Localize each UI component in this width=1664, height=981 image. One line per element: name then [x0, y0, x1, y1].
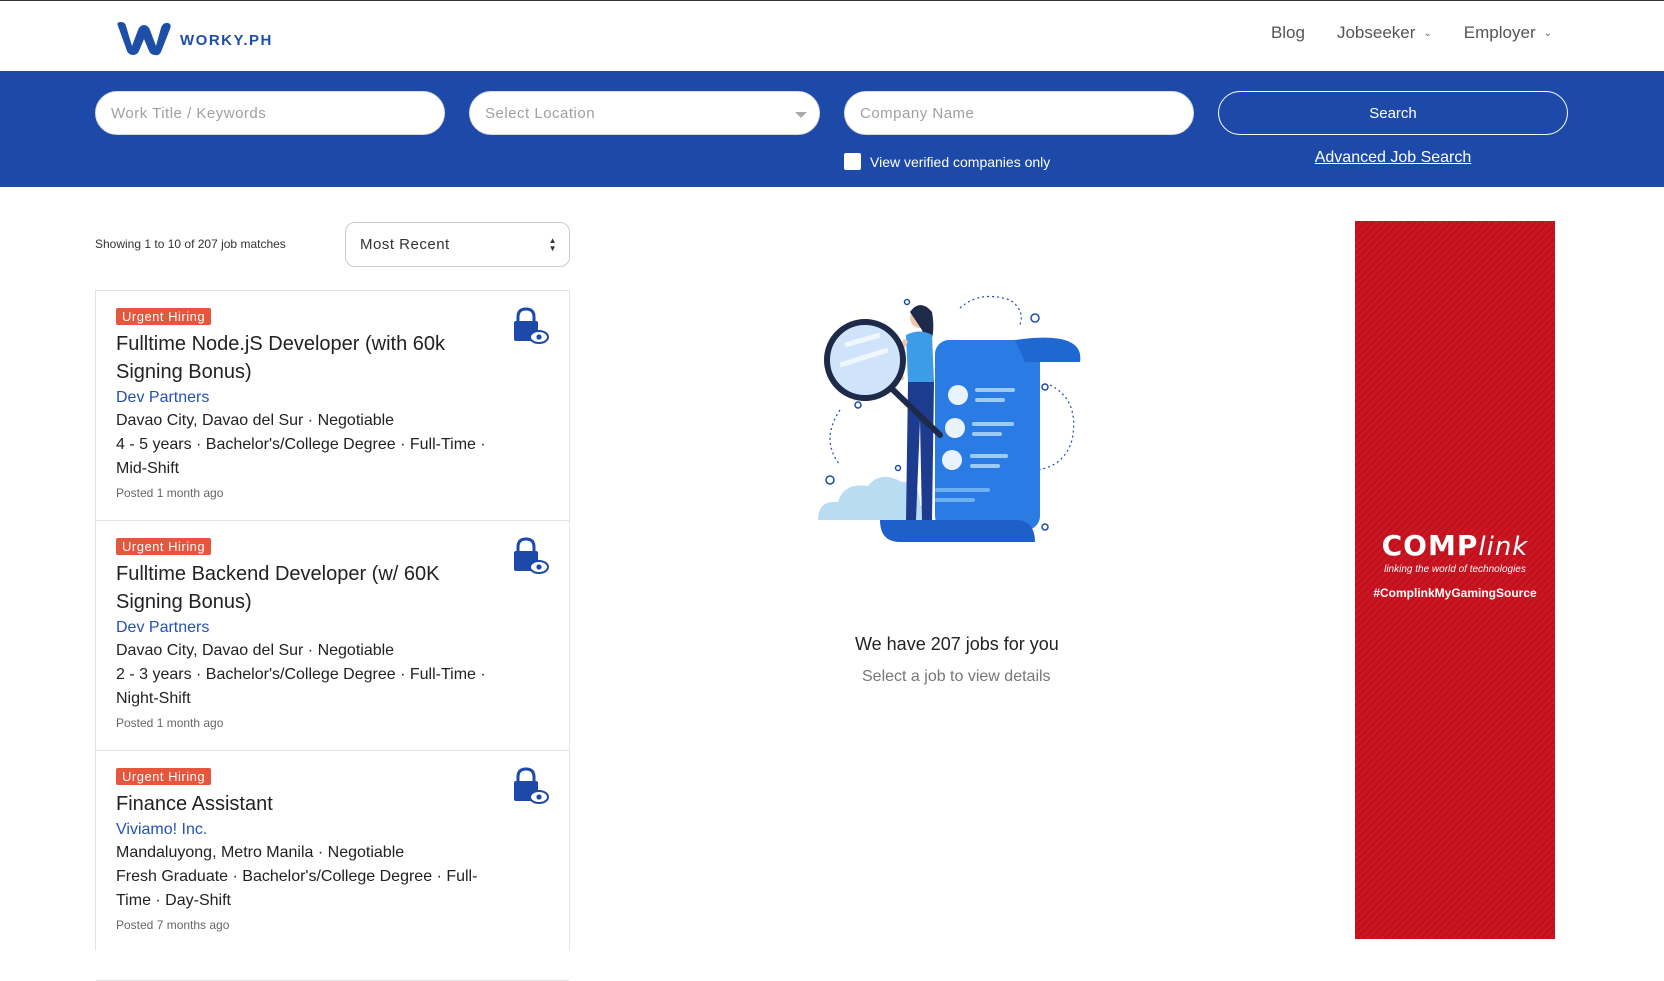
company-field[interactable] — [844, 91, 1194, 135]
results-count: Showing 1 to 10 of 207 job matches — [95, 237, 286, 251]
nav-jobseeker-label: Jobseeker — [1336, 23, 1416, 42]
job-location-salary: Davao City, Davao del Sur · Negotiable — [116, 642, 395, 659]
company-link[interactable]: Dev Partners — [116, 387, 549, 409]
job-card[interactable]: Urgent Hiring Finance Assistant Viviamo!… — [96, 751, 569, 981]
complink-ad-banner[interactable]: COMPlink linking the world of technologi… — [1355, 221, 1555, 939]
keywords-field[interactable] — [95, 91, 445, 135]
empty-state-subtitle: Select a job to view details — [862, 668, 1051, 685]
sort-selected: Most Recent — [360, 236, 450, 253]
posted-date: Posted 7 months ago — [116, 918, 230, 932]
logo[interactable]: WORKY.PH — [114, 18, 273, 58]
urgent-badge: Urgent Hiring — [116, 538, 212, 555]
urgent-badge: Urgent Hiring — [116, 768, 212, 785]
job-card[interactable]: Urgent Hiring Fulltime Node.jS Developer… — [96, 291, 569, 521]
job-search-illustration — [818, 295, 1081, 542]
worky-logo-icon — [117, 22, 171, 56]
search-band: Select Location Search View verified com… — [0, 71, 1664, 187]
job-card[interactable]: Urgent Hiring Fulltime Backend Developer… — [96, 521, 569, 751]
top-navbar: WORKY.PH Blog Jobseeker ⌄ Employer ⌄ — [0, 0, 1664, 71]
posted-date: Posted 1 month ago — [116, 486, 224, 500]
job-details: Fresh Graduate · Bachelor's/College Degr… — [116, 868, 478, 909]
ad-brand-italic: link — [1478, 532, 1529, 562]
nav-employer-label: Employer — [1463, 23, 1536, 42]
sort-select[interactable]: Most Recent ▲ ▼ — [345, 222, 570, 267]
job-title[interactable]: Fulltime Backend Developer (w/ 60K Signi… — [116, 560, 476, 616]
company-input[interactable] — [860, 104, 1193, 122]
urgent-badge: Urgent Hiring — [116, 308, 212, 325]
lock-eye-icon[interactable] — [509, 306, 549, 346]
job-title[interactable]: Finance Assistant — [116, 790, 476, 818]
ad-hashtag: #ComplinkMyGamingSource — [1373, 586, 1537, 600]
job-details: 4 - 5 years · Bachelor's/College Degree … — [116, 436, 486, 477]
verified-only-checkbox[interactable]: View verified companies only — [844, 153, 1050, 170]
nav-employer[interactable]: Employer ⌄ — [1464, 23, 1552, 43]
chevron-down-icon: ⌄ — [1543, 27, 1552, 39]
advanced-search-link[interactable]: Advanced Job Search — [1218, 149, 1568, 167]
caret-down-icon — [795, 112, 807, 118]
location-placeholder: Select Location — [485, 104, 596, 122]
company-link[interactable]: Dev Partners — [116, 617, 549, 639]
nav-jobseeker[interactable]: Jobseeker ⌄ — [1337, 23, 1432, 43]
job-location-salary: Davao City, Davao del Sur · Negotiable — [116, 412, 395, 429]
job-title[interactable]: Fulltime Node.jS Developer (with 60k Sig… — [116, 330, 476, 386]
search-button[interactable]: Search — [1218, 91, 1568, 135]
empty-state-title: We have 207 jobs for you — [855, 634, 1059, 654]
company-link[interactable]: Viviamo! Inc. — [116, 819, 549, 841]
ad-brand-main: COMP — [1381, 529, 1479, 562]
job-location-salary: Mandaluyong, Metro Manila · Negotiable — [116, 844, 405, 861]
verified-label: View verified companies only — [870, 153, 1051, 170]
lock-eye-icon[interactable] — [509, 536, 549, 576]
checkbox-box[interactable] — [844, 153, 861, 170]
job-details: 2 - 3 years · Bachelor's/College Degree … — [116, 666, 486, 707]
ad-tagline: linking the world of technologies — [1384, 564, 1526, 575]
keywords-input[interactable] — [111, 104, 444, 122]
ad-brand-logo: COMPlink — [1355, 529, 1555, 562]
nav-blog[interactable]: Blog — [1271, 23, 1305, 43]
job-list: Urgent Hiring Fulltime Node.jS Developer… — [95, 290, 570, 981]
location-select[interactable]: Select Location — [469, 91, 820, 135]
chevron-down-icon: ⌄ — [1423, 27, 1432, 39]
posted-date: Posted 1 month ago — [116, 716, 224, 730]
sort-arrows-icon: ▲ ▼ — [548, 236, 557, 253]
lock-eye-icon[interactable] — [509, 766, 549, 806]
logo-text: WORKY.PH — [180, 31, 273, 49]
main-nav: Blog Jobseeker ⌄ Employer ⌄ — [1271, 23, 1552, 43]
nav-blog-label: Blog — [1270, 23, 1305, 42]
